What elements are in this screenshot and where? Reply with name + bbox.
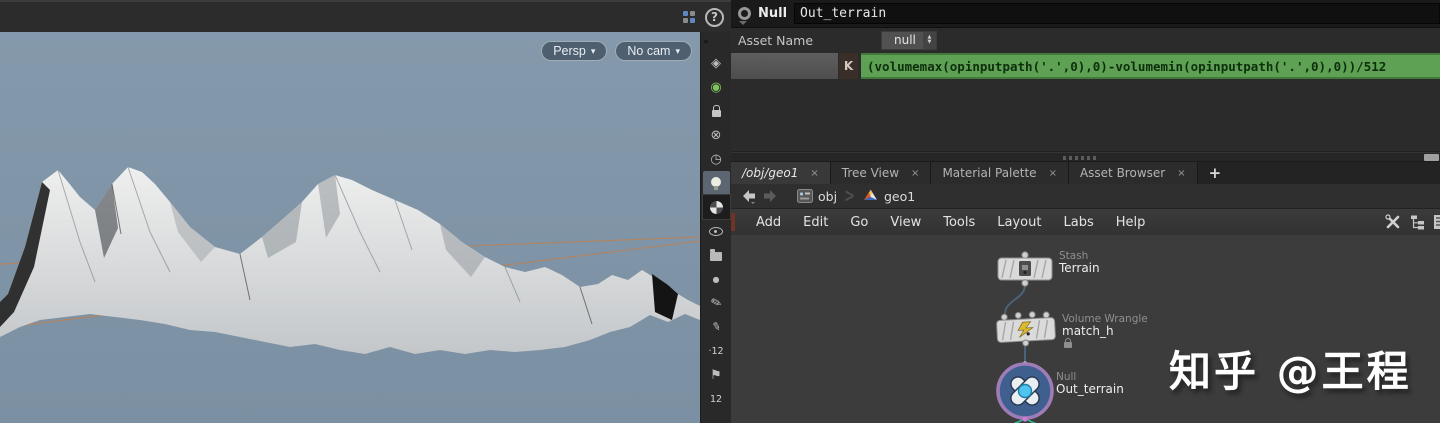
watermark-text: 知乎 @王程 [1169, 347, 1412, 396]
close-icon[interactable]: × [1049, 168, 1057, 179]
terrain-render [0, 166, 701, 354]
show-selection-icon[interactable] [703, 219, 730, 243]
expression-field[interactable]: (volumemax(opinputpath('.',0),0)-volumem… [861, 53, 1440, 79]
no-camera-icon[interactable]: ⊗ [703, 123, 730, 147]
menu-layout[interactable]: Layout [986, 215, 1052, 230]
menu-help[interactable]: Help [1105, 215, 1157, 230]
spinner-icon[interactable]: ▲ ▼ [922, 31, 936, 49]
back-arrow-icon[interactable] [740, 189, 757, 204]
breadcrumb-obj-label: obj [818, 188, 838, 204]
close-icon[interactable]: × [810, 168, 818, 179]
forward-arrow-icon[interactable] [764, 189, 779, 204]
tab-obj-geo1[interactable]: /obj/geo1 × [731, 162, 831, 184]
asset-name-dropdown[interactable]: null ▲ ▼ [881, 30, 937, 50]
node-name-label: match_h [1062, 324, 1114, 338]
node-name-label: Terrain [1059, 261, 1100, 275]
help-icon[interactable]: ? [705, 7, 724, 27]
camera-select-label: No cam [627, 44, 671, 58]
obj-network-icon [797, 189, 813, 203]
menubar-tools [1385, 214, 1440, 230]
prim-numbers-icon[interactable]: 12 [703, 387, 730, 411]
brush-icon[interactable]: ✎ [699, 287, 732, 318]
menu-go[interactable]: Go [839, 215, 879, 230]
parm-label-field[interactable]: K [731, 53, 858, 79]
menu-view[interactable]: View [879, 215, 932, 230]
new-tab-button[interactable]: + [1198, 162, 1233, 184]
node-name-label: Out_terrain [1056, 382, 1124, 396]
node-type-label: Null [758, 6, 788, 21]
pane-expand-icon[interactable]: ▸ [703, 33, 730, 51]
breadcrumb-geo1-label: geo1 [883, 188, 916, 204]
bulb-glyph [711, 176, 721, 190]
tab-label: Material Palette [942, 166, 1037, 180]
pane-divider[interactable] [731, 152, 1440, 162]
breadcrumb-separator-icon: > [844, 184, 855, 208]
asset-name-value: null [894, 32, 916, 47]
pen-icon[interactable]: ✎ [702, 314, 729, 339]
list-view-icon[interactable] [1434, 214, 1440, 230]
menu-edit[interactable]: Edit [792, 215, 839, 230]
tab-asset-browser[interactable]: Asset Browser × [1068, 162, 1198, 184]
tools-wrench-icon[interactable] [1385, 214, 1401, 230]
timeline-icon[interactable]: ◷ [703, 147, 730, 171]
marker-icon[interactable]: ⚑ [703, 363, 730, 387]
menu-labs[interactable]: Labs [1052, 215, 1104, 230]
tree-hierarchy-icon[interactable] [1410, 214, 1425, 230]
menu-tools[interactable]: Tools [932, 215, 986, 230]
pane-marker-icon [731, 213, 735, 231]
close-icon[interactable]: × [1177, 168, 1185, 179]
node-name-field[interactable] [794, 3, 1440, 24]
scene-viewport[interactable]: Persp ▾ No cam ▾ [0, 32, 701, 423]
camera-select-button[interactable]: No cam ▾ [615, 41, 692, 61]
null-node-type-icon[interactable] [738, 7, 751, 25]
persp-view-label: Persp [553, 44, 586, 58]
tab-tree-view[interactable]: Tree View × [830, 162, 932, 184]
lock-icon[interactable] [703, 99, 730, 123]
chevron-down-icon: ▾ [675, 45, 680, 56]
tab-material-palette[interactable]: Material Palette × [931, 162, 1069, 184]
close-icon[interactable]: × [911, 168, 919, 179]
lock-glyph [711, 105, 721, 117]
node-volume-wrangle[interactable] [996, 311, 1056, 348]
expression-row: K (volumemax(opinputpath('.',0),0)-volum… [731, 53, 1440, 79]
lightbulb-icon[interactable] [702, 171, 730, 195]
viewport-controls: Persp ▾ No cam ▾ [541, 41, 692, 61]
divider-grip-icon[interactable] [1063, 156, 1099, 160]
view-mode-icon[interactable]: ◈ [703, 51, 730, 75]
parameter-panel-body [731, 79, 1440, 152]
persp-view-button[interactable]: Persp ▾ [541, 41, 608, 61]
desktop-presets-icon[interactable] [683, 11, 695, 23]
pane-tabbar: /obj/geo1 × Tree View × Material Palette… [731, 162, 1440, 184]
parameter-panel-header: Null [731, 0, 1440, 28]
node-null-out-terrain[interactable] [996, 361, 1054, 422]
locked-badge-icon [1064, 338, 1072, 348]
tab-label: Tree View [841, 166, 900, 180]
viewport-display-toolbar: ▸ ◈ ◉ ⊗ ◷ ● ✎ ✎ ·12 ⚑ 12 [700, 32, 731, 423]
tab-label: Asset Browser [1079, 166, 1166, 180]
asset-name-row: Asset Name null ▲ ▼ [731, 29, 1440, 51]
sphere-glyph [709, 200, 723, 214]
network-editor[interactable]: Stash Terrain Volume Wrangle match_h Nul… [731, 235, 1440, 423]
network-menubar: Add Edit Go View Tools Layout Labs Help [731, 209, 1440, 235]
houdini-app: ? Persp ▾ No cam ▾ ▸ ◈ ◉ ⊗ ◷ ● ✎ ✎ ·12 ⚑… [0, 0, 1440, 423]
point-numbers-icon[interactable]: ·12 [703, 339, 730, 363]
eye-glyph [709, 226, 723, 236]
show-template-icon[interactable] [703, 243, 730, 267]
smooth-shaded-icon[interactable] [701, 194, 731, 220]
folder-glyph [710, 249, 722, 261]
chevron-down-icon: ▾ [590, 45, 596, 56]
menu-add[interactable]: Add [745, 215, 792, 230]
network-path-bar: obj > geo1 [731, 184, 1440, 209]
node-stash-terrain[interactable] [997, 251, 1053, 287]
geometry-node-icon [863, 189, 877, 200]
asset-name-label: Asset Name [738, 32, 814, 48]
viewport-pane-topbar: ? [0, 0, 731, 32]
snap-icon[interactable]: ◉ [703, 75, 730, 99]
keyframe-indicator[interactable]: K [838, 53, 858, 79]
divider-corner-handle[interactable] [1424, 154, 1439, 161]
breadcrumb-obj[interactable]: obj [797, 189, 837, 204]
tab-label: /obj/geo1 [742, 166, 799, 180]
spinner-down-icon: ▼ [927, 39, 932, 45]
breadcrumb-geo1[interactable]: geo1 [862, 189, 915, 204]
